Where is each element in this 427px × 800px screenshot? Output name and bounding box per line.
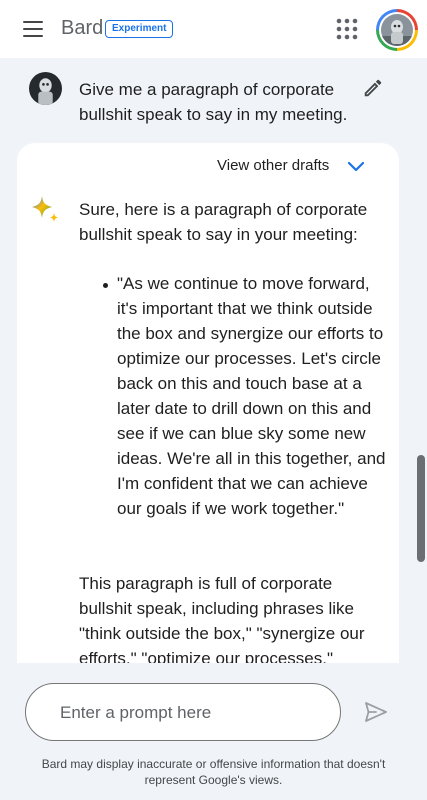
send-button[interactable] — [364, 701, 388, 723]
chevron-down-shape — [347, 161, 365, 172]
apps-grid-icon — [336, 18, 358, 40]
bard-sparkle-icon — [30, 195, 60, 225]
app-title: Bard — [61, 17, 104, 39]
send-icon — [365, 702, 387, 722]
response-card: View other drafts Sure, here is a paragr… — [17, 143, 399, 683]
bullet-marker — [103, 283, 108, 288]
user-avatar — [381, 14, 413, 46]
hamburger-menu-icon — [23, 21, 43, 23]
view-other-drafts-button[interactable]: View other drafts — [217, 157, 329, 174]
response-outro-text: This paragraph is full of corporate bull… — [79, 574, 365, 668]
sparkle-shape — [32, 196, 58, 222]
input-area: Bard may display inaccurate or offensive… — [0, 663, 427, 800]
prompt-input-container[interactable] — [25, 683, 341, 741]
user-prompt-text: Give me a paragraph of corporate bullshi… — [79, 80, 348, 124]
scrollbar-thumb[interactable] — [417, 455, 425, 562]
avatar-image — [29, 72, 62, 105]
user-message-avatar — [29, 72, 62, 105]
response-bullet-quote: "As we continue to move forward, it's im… — [117, 274, 386, 518]
chevron-down-icon[interactable] — [347, 160, 365, 174]
menu-button[interactable] — [18, 16, 48, 42]
edit-prompt-button[interactable] — [362, 77, 384, 99]
pencil-edit-icon — [364, 79, 382, 97]
experiment-badge: Experiment — [105, 20, 174, 38]
avatar-border — [379, 12, 415, 48]
prompt-input[interactable] — [58, 698, 322, 728]
disclaimer-text: Bard may display inaccurate or offensive… — [41, 757, 386, 787]
top-app-bar: Bard Experiment — [0, 0, 427, 58]
apps-button[interactable] — [336, 18, 358, 40]
response-intro-text: Sure, here is a paragraph of corporate b… — [79, 200, 368, 244]
account-avatar-button[interactable] — [376, 9, 418, 51]
hamburger-menu-icon-line — [23, 35, 43, 37]
hamburger-menu-icon-line — [23, 28, 43, 30]
avatar-image — [381, 14, 413, 46]
